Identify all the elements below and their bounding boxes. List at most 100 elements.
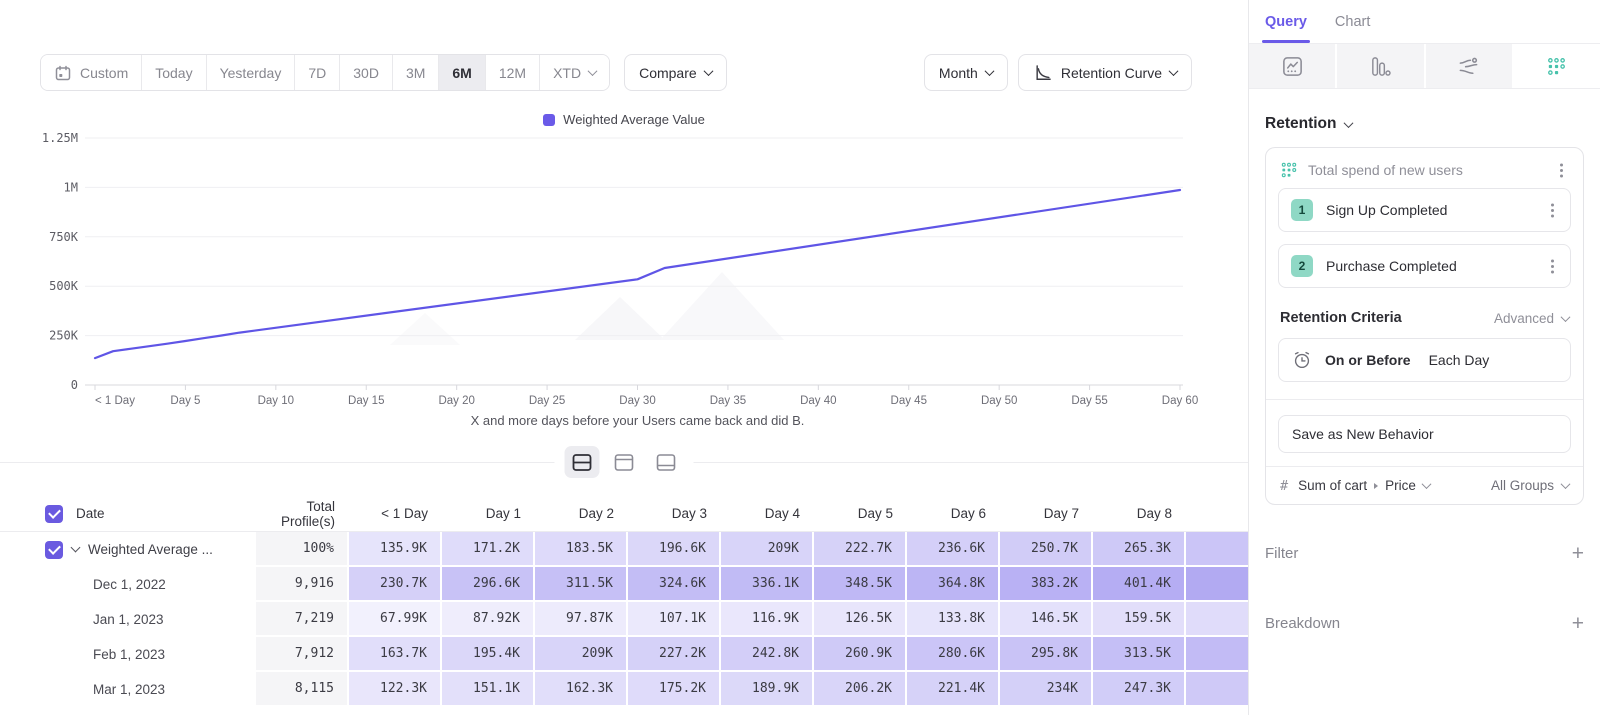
row-label: Dec 1, 2022 [93, 577, 166, 592]
row-label-cell: Feb 1, 2023 [0, 637, 256, 672]
column-header: Day 5 [814, 506, 907, 521]
split-view-button[interactable] [565, 446, 600, 478]
range-custom[interactable]: Custom [41, 55, 141, 90]
column-header: Day 3 [628, 506, 721, 521]
filter-label: Filter [1265, 545, 1298, 562]
column-header: Total Profile(s) [256, 499, 349, 529]
x-axis-label: Day 55 [1071, 395, 1107, 407]
value-cell: 126.5K [814, 602, 907, 637]
save-as-new-behavior-button[interactable]: Save as New Behavior [1278, 415, 1571, 453]
expand-chevron-icon[interactable] [71, 543, 81, 553]
panel-bottom-view-button[interactable] [649, 446, 684, 478]
view-toggle-group [555, 446, 694, 478]
toolbar-right-group: Month Retention Curve [924, 54, 1192, 91]
behavior-step-2[interactable]: 2Purchase Completed [1278, 244, 1571, 288]
total-profiles-cell: 100% [256, 532, 349, 567]
table-row[interactable]: Feb 1, 20237,912163.7K195.4K209K227.2K24… [0, 637, 1248, 672]
step-number-badge: 2 [1291, 255, 1313, 277]
range-yesterday[interactable]: Yesterday [206, 55, 295, 90]
more-options-icon[interactable] [1551, 209, 1554, 212]
table-row[interactable]: Jan 1, 20237,21967.99K87.92K97.87K107.1K… [0, 602, 1248, 637]
chevron-down-icon [1169, 66, 1179, 76]
more-options-icon[interactable] [1560, 169, 1563, 172]
group-label: All Groups [1491, 478, 1554, 493]
retention-criteria-row: Retention Criteria Advanced [1280, 310, 1569, 326]
range-6m[interactable]: 6M [438, 55, 484, 90]
range-label: 12M [499, 65, 526, 81]
step-event-label: Sign Up Completed [1326, 202, 1532, 218]
range-12m[interactable]: 12M [485, 55, 539, 90]
value-cell: 146.5K [1000, 602, 1093, 637]
row-label: Weighted Average ... [88, 542, 213, 557]
insights-report-tab[interactable] [1249, 44, 1335, 88]
tab-chart-label: Chart [1335, 14, 1370, 30]
y-axis-label: 1.25M [42, 131, 78, 145]
range-3m[interactable]: 3M [392, 55, 438, 90]
x-axis-caption: X and more days before your Users came b… [471, 413, 805, 428]
retention-icon [1546, 56, 1567, 77]
behavior-step-1[interactable]: 1Sign Up Completed [1278, 188, 1571, 232]
chart-type-dropdown[interactable]: Retention Curve [1018, 54, 1192, 91]
value-cell: 97.87K [535, 602, 628, 637]
range-label: Today [155, 65, 192, 81]
flows-report-tab[interactable] [1426, 44, 1512, 88]
range-xtd[interactable]: XTD [539, 55, 609, 90]
report-toolbar: Custom Today Yesterday7D30D3M6M 12M XTD Comp… [40, 54, 1192, 91]
value-cell: 364.8K [907, 567, 1000, 602]
calendar-icon [54, 64, 72, 82]
retention-timing-row[interactable]: On or Before Each Day [1278, 338, 1571, 382]
range-7d[interactable]: 7D [294, 55, 339, 90]
granularity-dropdown[interactable]: Month [924, 54, 1008, 91]
criteria-mode-dropdown[interactable]: Advanced [1494, 311, 1569, 326]
select-all-checkbox[interactable] [45, 505, 63, 523]
table-row[interactable]: Mar 1, 20238,115122.3K151.1K162.3K175.2K… [0, 672, 1248, 707]
measure-row[interactable]: # Sum of cart Price All Groups [1266, 466, 1583, 504]
value-cell: 296.6K [442, 567, 535, 602]
caret-right-icon [1374, 483, 1378, 489]
panel-top-view-button[interactable] [607, 446, 642, 478]
range-today[interactable]: Today [141, 55, 205, 90]
value-cell: 230.7K [349, 567, 442, 602]
table-header-row: DateTotal Profile(s)< 1 DayDay 1Day 2Day… [0, 496, 1248, 532]
y-axis-label: 750K [49, 230, 79, 244]
retention-section-dropdown[interactable]: Retention [1265, 115, 1584, 133]
range-30d[interactable]: 30D [339, 55, 392, 90]
retention-criteria-label: Retention Criteria [1280, 310, 1402, 326]
column-header: Day 7 [1000, 506, 1093, 521]
compare-button[interactable]: Compare [624, 54, 727, 91]
value-cell: 401.4K [1093, 567, 1186, 602]
tab-query[interactable]: Query [1265, 0, 1307, 43]
more-options-icon[interactable] [1551, 265, 1554, 268]
chart-legend[interactable]: Weighted Average Value [0, 112, 1248, 127]
group-selector[interactable]: All Groups [1491, 478, 1569, 493]
add-filter-button[interactable]: + [1572, 543, 1584, 564]
table-row[interactable]: Weighted Average ...100%135.9K171.2K183.… [0, 532, 1248, 567]
row-label-cell: Weighted Average ... [0, 532, 256, 567]
range-label: XTD [553, 65, 581, 81]
chevron-down-icon [588, 66, 598, 76]
tab-chart[interactable]: Chart [1335, 0, 1370, 43]
value-cell: 107.1K [628, 602, 721, 637]
row-checkbox[interactable] [45, 541, 63, 559]
sidebar-tabs: Query Chart [1249, 0, 1600, 44]
chart-type-label: Retention Curve [1061, 65, 1162, 81]
value-cell-clipped [1186, 637, 1248, 672]
value-cell: 162.3K [535, 672, 628, 707]
split-view-icon [572, 453, 593, 472]
table-body: Weighted Average ...100%135.9K171.2K183.… [0, 532, 1248, 707]
card-divider [1266, 399, 1583, 400]
table-row[interactable]: Dec 1, 20229,916230.7K296.6K311.5K324.6K… [0, 567, 1248, 602]
criteria-mode-label: Advanced [1494, 311, 1554, 326]
retention-section-label: Retention [1265, 115, 1336, 133]
value-cell: 250.7K [1000, 532, 1093, 567]
value-cell-clipped [1186, 567, 1248, 602]
value-cell: 175.2K [628, 672, 721, 707]
value-cell: 151.1K [442, 672, 535, 707]
add-breakdown-button[interactable]: + [1572, 613, 1584, 634]
x-axis-label: Day 10 [258, 395, 294, 407]
breakdown-label: Breakdown [1265, 615, 1340, 632]
retention-report-tab[interactable] [1514, 44, 1600, 88]
retention-line-chart[interactable]: 0250K500K750K1M1.25M< 1 DayDay 5Day 10Da… [0, 105, 1248, 435]
x-axis-label: < 1 Day [95, 395, 135, 407]
funnels-report-tab[interactable] [1337, 44, 1423, 88]
